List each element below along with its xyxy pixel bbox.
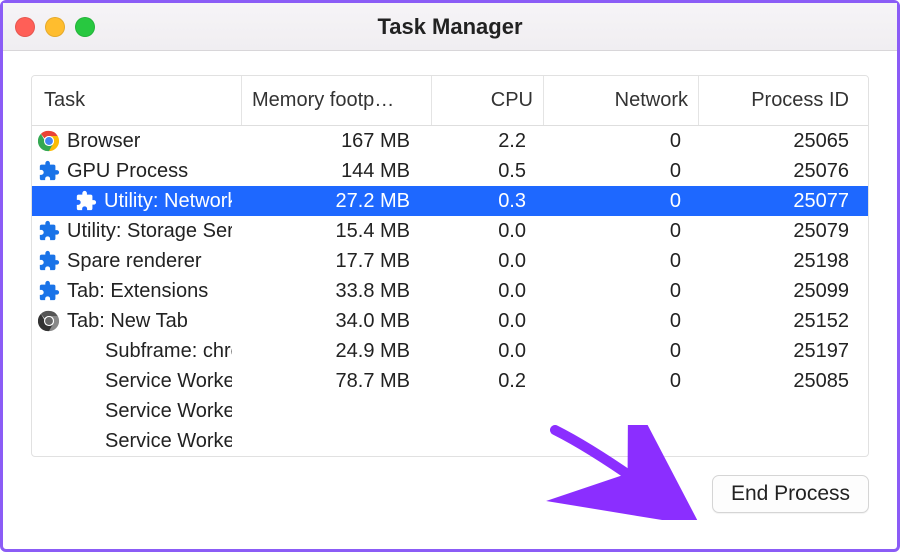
cell-network: 0	[544, 340, 699, 363]
table-row[interactable]: Utility: Network Se 27.2 MB0.3025077	[32, 186, 868, 216]
traffic-lights	[15, 17, 95, 37]
cell-task: Service Worker: htt	[32, 430, 242, 453]
cell-network: 0	[544, 370, 699, 393]
cell-memory: 144 MB	[242, 160, 432, 183]
task-name: Spare renderer	[67, 250, 202, 273]
footer: End Process	[3, 457, 897, 513]
table-body: Browser167 MB2.2025065GPU Process144 MB0…	[32, 126, 868, 456]
cell-task: Tab: New Tab	[32, 310, 242, 333]
cell-task: Subframe: chrome	[32, 340, 242, 363]
task-name: Utility: Network Se	[104, 190, 232, 213]
table-row[interactable]: Service Worker: htt	[32, 396, 868, 426]
task-name: GPU Process	[67, 160, 188, 183]
cell-cpu: 0.0	[432, 220, 544, 243]
column-header-pid[interactable]: Process ID	[699, 76, 867, 125]
puzzle-icon	[75, 190, 97, 212]
column-header-task[interactable]: Task	[32, 76, 242, 125]
table-row[interactable]: Utility: Storage Ser 15.4 MB0.0025079	[32, 216, 868, 246]
task-name: Utility: Storage Ser	[67, 220, 232, 243]
cell-memory: 34.0 MB	[242, 310, 432, 333]
table-row[interactable]: Service Worker: htt 78.7 MB0.2025085	[32, 366, 868, 396]
cell-network: 0	[544, 310, 699, 333]
cell-pid: 25065	[699, 130, 867, 153]
process-table: Task Memory footp… CPU Network Process I…	[31, 75, 869, 457]
cell-network: 0	[544, 190, 699, 213]
end-process-button[interactable]: End Process	[712, 475, 869, 513]
cell-pid: 25085	[699, 370, 867, 393]
cell-task: Service Worker: htt	[32, 400, 242, 423]
table-row[interactable]: GPU Process 144 MB0.5025076	[32, 156, 868, 186]
cell-pid: 25197	[699, 340, 867, 363]
cell-task: GPU Process	[32, 160, 242, 183]
chrome-icon	[38, 130, 60, 152]
column-header-memory[interactable]: Memory footp…	[242, 76, 432, 125]
window-titlebar: Task Manager	[3, 3, 897, 51]
cell-cpu: 0.0	[432, 250, 544, 273]
puzzle-icon	[38, 250, 60, 272]
minimize-window-button[interactable]	[45, 17, 65, 37]
cell-memory: 24.9 MB	[242, 340, 432, 363]
table-row[interactable]: Browser 167 MB2.2025065	[32, 126, 868, 156]
cell-memory: 27.2 MB	[242, 190, 432, 213]
table-row[interactable]: Spare renderer 17.7 MB0.0025198	[32, 246, 868, 276]
cell-memory: 167 MB	[242, 130, 432, 153]
puzzle-icon	[38, 280, 60, 302]
cell-pid: 25077	[699, 190, 867, 213]
task-name: Service Worker: htt	[105, 430, 232, 453]
cell-pid: 25099	[699, 280, 867, 303]
puzzle-icon	[38, 220, 60, 242]
column-header-network[interactable]: Network	[544, 76, 699, 125]
close-window-button[interactable]	[15, 17, 35, 37]
cell-network: 0	[544, 280, 699, 303]
cell-cpu: 0.0	[432, 310, 544, 333]
cell-cpu: 0.3	[432, 190, 544, 213]
task-name: Service Worker: htt	[105, 400, 232, 423]
puzzle-icon	[38, 160, 60, 182]
cell-memory: 15.4 MB	[242, 220, 432, 243]
window-title: Task Manager	[377, 14, 522, 40]
task-name: Subframe: chrome	[105, 340, 232, 363]
task-name: Tab: New Tab	[67, 310, 188, 333]
task-name: Tab: Extensions	[67, 280, 208, 303]
task-name: Service Worker: htt	[105, 370, 232, 393]
cell-network: 0	[544, 130, 699, 153]
cell-task: Tab: Extensions	[32, 280, 242, 303]
cell-task: Utility: Network Se	[32, 190, 242, 213]
cell-cpu: 0.5	[432, 160, 544, 183]
table-row[interactable]: Tab: Extensions 33.8 MB0.0025099	[32, 276, 868, 306]
cell-cpu: 2.2	[432, 130, 544, 153]
cell-task: Service Worker: htt	[32, 370, 242, 393]
table-header: Task Memory footp… CPU Network Process I…	[32, 76, 868, 126]
cell-pid: 25079	[699, 220, 867, 243]
cell-memory: 33.8 MB	[242, 280, 432, 303]
table-row[interactable]: Subframe: chrome 24.9 MB0.0025197	[32, 336, 868, 366]
task-name: Browser	[67, 130, 140, 153]
cell-pid: 25076	[699, 160, 867, 183]
cell-task: Spare renderer	[32, 250, 242, 273]
maximize-window-button[interactable]	[75, 17, 95, 37]
cell-pid: 25198	[699, 250, 867, 273]
cell-cpu: 0.0	[432, 340, 544, 363]
cell-cpu: 0.0	[432, 280, 544, 303]
table-row[interactable]: Service Worker: htt	[32, 426, 868, 456]
cell-task: Browser	[32, 130, 242, 153]
cell-memory: 78.7 MB	[242, 370, 432, 393]
chrome-gray-icon	[38, 310, 60, 332]
column-header-cpu[interactable]: CPU	[432, 76, 544, 125]
cell-memory: 17.7 MB	[242, 250, 432, 273]
cell-cpu: 0.2	[432, 370, 544, 393]
table-row[interactable]: Tab: New Tab 34.0 MB0.0025152	[32, 306, 868, 336]
cell-network: 0	[544, 250, 699, 273]
cell-task: Utility: Storage Ser	[32, 220, 242, 243]
cell-network: 0	[544, 160, 699, 183]
cell-network: 0	[544, 220, 699, 243]
content-area: Task Memory footp… CPU Network Process I…	[3, 51, 897, 457]
cell-pid: 25152	[699, 310, 867, 333]
